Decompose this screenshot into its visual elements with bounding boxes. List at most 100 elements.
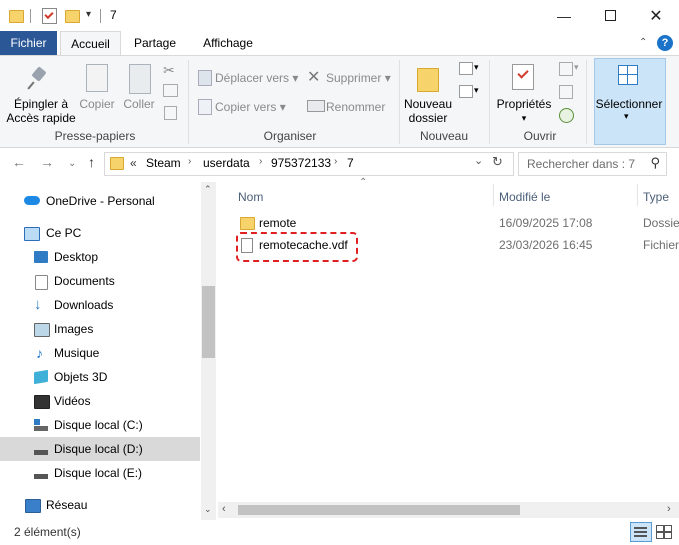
drive-icon [34, 474, 48, 479]
properties-label: Propriétés [496, 97, 552, 111]
cloud-icon [24, 196, 40, 205]
nav-this-pc[interactable]: Ce PC [0, 221, 200, 245]
customize-dropdown-icon[interactable]: ▾ [86, 9, 91, 20]
new-item-dropdown-icon[interactable]: ▾ [474, 62, 479, 73]
column-modified[interactable]: Modifié le [499, 186, 550, 208]
pin-quick-access-button[interactable]: Épingler à Accès rapide [6, 97, 76, 125]
maximize-button[interactable] [587, 0, 633, 31]
minimize-button[interactable]: — [541, 0, 587, 31]
collapse-ribbon-icon[interactable]: ⌃ [639, 37, 647, 48]
nav-videos[interactable]: Vidéos [0, 389, 200, 413]
breadcrumb-current[interactable]: 7 [347, 156, 354, 170]
new-folder-button[interactable]: Nouveau dossier [402, 97, 454, 125]
copy-button[interactable]: Copier [77, 97, 117, 111]
breadcrumb-chevron-icon[interactable]: › [334, 156, 337, 167]
help-icon[interactable]: ? [657, 35, 673, 51]
file-modified: 23/03/2026 16:45 [499, 238, 593, 252]
nav-onedrive[interactable]: OneDrive - Personal [0, 189, 200, 213]
folder-icon [240, 217, 255, 230]
rename-icon [307, 100, 325, 112]
column-name[interactable]: Nom [238, 186, 263, 208]
nav-network[interactable]: Réseau [0, 493, 200, 517]
forward-arrow-icon: → [40, 154, 54, 170]
details-view-icon[interactable] [630, 522, 652, 542]
organize-group-label: Organiser [263, 129, 317, 143]
nav-documents[interactable]: Documents [0, 269, 200, 293]
search-icon: ⚲ [650, 155, 660, 170]
nav-3d-objects[interactable]: Objets 3D [0, 365, 200, 389]
rename-button[interactable]: Renommer [326, 100, 385, 114]
history-icon[interactable] [559, 108, 574, 123]
forward-button[interactable]: → [40, 154, 54, 170]
nav-images[interactable]: Images [0, 317, 200, 341]
properties-icon[interactable] [42, 8, 57, 24]
copy-to-button[interactable]: Copier vers ▾ [215, 100, 286, 114]
folder-icon [9, 10, 24, 23]
column-type[interactable]: Type [643, 186, 669, 208]
minimize-icon: — [557, 7, 571, 24]
breadcrumb-userdata[interactable]: userdata [203, 156, 250, 170]
open-dropdown-icon[interactable]: ▾ [574, 62, 579, 73]
breadcrumb-chevron-icon[interactable]: › [188, 156, 191, 167]
copy-path-icon[interactable] [163, 84, 178, 97]
breadcrumb-steam[interactable]: Steam [146, 156, 181, 170]
file-row[interactable]: remote 16/09/2025 17:08 Dossie [238, 212, 679, 234]
file-modified: 16/09/2025 17:08 [499, 216, 593, 230]
breadcrumb-chevron-icon[interactable]: › [259, 156, 262, 167]
open-group-label: Ouvrir [523, 129, 557, 143]
content-scrollbar[interactable]: ‹ › [218, 502, 679, 518]
paste-shortcut-icon[interactable] [164, 106, 177, 120]
film-icon [34, 395, 50, 409]
delete-button[interactable]: Supprimer ▾ [326, 71, 391, 85]
nav-disk-d[interactable]: Disque local (D:) [0, 437, 200, 461]
address-dropdown-icon[interactable]: ⌄ [474, 154, 483, 167]
new-item-icon[interactable] [459, 62, 473, 75]
nav-music[interactable]: ♪ Musique [0, 341, 200, 365]
nav-disk-e[interactable]: Disque local (E:) [0, 461, 200, 485]
nav-scrollbar-thumb[interactable] [202, 286, 215, 358]
nav-scrollbar[interactable]: ⌃ ⌄ [201, 182, 216, 520]
column-divider[interactable] [493, 184, 494, 206]
edit-icon[interactable] [559, 85, 573, 99]
clipboard-group-label: Presse-papiers [54, 129, 136, 143]
nav-downloads[interactable]: ↓ Downloads [0, 293, 200, 317]
breadcrumb-overflow[interactable]: « [130, 156, 137, 170]
move-to-icon [198, 70, 212, 86]
open-icon[interactable] [559, 62, 573, 76]
properties-button[interactable]: Propriétés ▾ [494, 97, 554, 125]
new-folder-icon[interactable] [65, 10, 80, 23]
scroll-left-icon[interactable]: ‹ [222, 503, 226, 515]
close-button[interactable]: ✕ [633, 0, 679, 31]
tab-home[interactable]: Accueil [60, 31, 121, 56]
breadcrumb-account[interactable]: 975372133 [271, 156, 331, 170]
select-icon [618, 65, 638, 85]
paste-button[interactable]: Coller [120, 97, 158, 111]
nav-disk-c[interactable]: Disque local (C:) [0, 413, 200, 437]
up-button[interactable]: ↑ [88, 154, 95, 170]
column-divider[interactable] [637, 184, 638, 206]
nav-videos-label: Vidéos [54, 394, 91, 408]
easy-access-dropdown-icon[interactable]: ▾ [474, 85, 479, 96]
refresh-icon[interactable]: ↻ [492, 154, 503, 170]
easy-access-icon[interactable] [459, 85, 473, 98]
nav-network-label: Réseau [46, 498, 88, 512]
nav-desktop[interactable]: Desktop [0, 245, 200, 269]
scroll-down-icon[interactable]: ⌄ [204, 504, 212, 515]
tab-share[interactable]: Partage [126, 31, 184, 55]
group-separator [586, 60, 587, 144]
large-icons-view-icon[interactable] [655, 524, 672, 539]
scroll-right-icon[interactable]: › [667, 503, 671, 515]
move-to-button[interactable]: Déplacer vers ▾ [215, 71, 298, 85]
nav-3d-objects-label: Objets 3D [54, 370, 108, 384]
nav-this-pc-label: Ce PC [46, 226, 82, 240]
new-folder-label-line2: dossier [408, 111, 448, 125]
back-button[interactable]: ← [12, 154, 26, 170]
content-scrollbar-thumb[interactable] [238, 505, 520, 515]
recent-locations-button[interactable]: ⌄ [68, 158, 76, 169]
tab-view[interactable]: Affichage [196, 31, 260, 55]
search-input[interactable]: Rechercher dans : 7 ⚲ [518, 152, 667, 176]
address-folder-icon [110, 157, 124, 170]
scroll-up-icon[interactable]: ⌃ [204, 184, 212, 195]
cut-icon[interactable]: ✂ [163, 62, 175, 79]
tab-file[interactable]: Fichier [0, 31, 57, 55]
